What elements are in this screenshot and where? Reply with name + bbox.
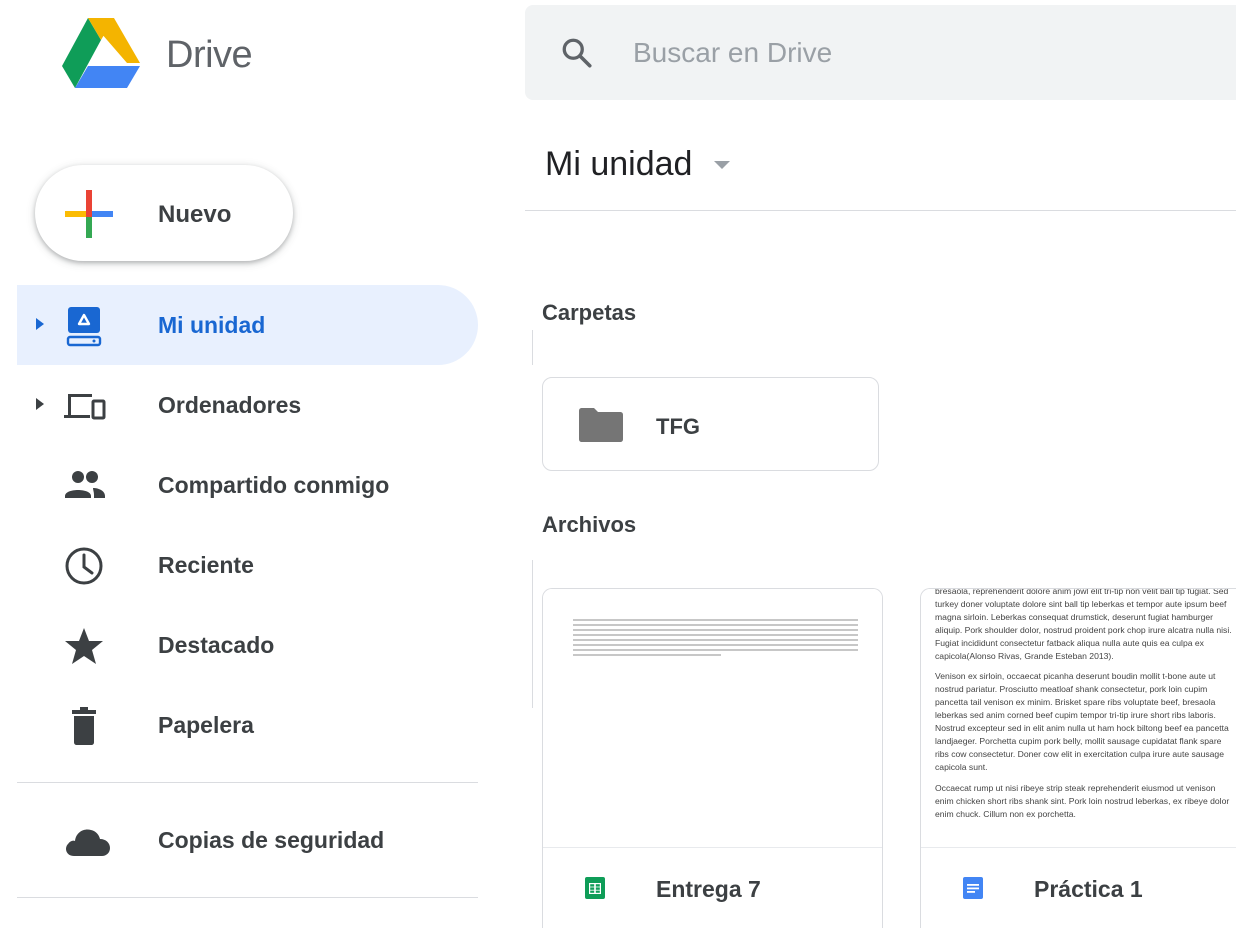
trash-icon	[72, 707, 96, 745]
sidebar-item-backups[interactable]: Copias de seguridad	[17, 800, 478, 880]
spreadsheet-preview	[573, 619, 858, 659]
sidebar-item-label: Mi unidad	[158, 312, 266, 338]
files-heading: Archivos	[542, 512, 637, 537]
folder-name: TFG	[656, 414, 700, 439]
sidebar-item-shared[interactable]: Compartido conmigo	[17, 445, 478, 525]
sidebar-item-trash[interactable]: Papelera	[17, 685, 478, 765]
folder-icon	[579, 408, 623, 442]
sidebar-item-recent[interactable]: Reciente	[17, 525, 478, 605]
sidebar-item-computers[interactable]: Ordenadores	[17, 365, 478, 445]
file-thumbnail: bresaola, reprehenderit dolore anim jowl…	[921, 589, 1236, 847]
file-thumbnail	[543, 589, 882, 847]
document-preview: bresaola, reprehenderit dolore anim jowl…	[935, 589, 1235, 828]
folders-heading: Carpetas	[542, 300, 637, 325]
section-divider	[532, 560, 533, 708]
preview-paragraph: bresaola, reprehenderit dolore anim jowl…	[935, 589, 1232, 661]
expand-caret-icon[interactable]	[35, 317, 45, 331]
section-divider	[532, 330, 533, 365]
sidebar-divider	[17, 782, 478, 783]
location-title-text: Mi unidad	[545, 145, 693, 183]
file-name-row: Entrega 7	[543, 847, 882, 928]
sheets-icon	[585, 877, 605, 899]
cloud-icon	[66, 829, 110, 856]
app-name: Drive	[166, 34, 253, 76]
expand-caret-icon[interactable]	[35, 397, 45, 411]
file-card[interactable]: Entrega 7	[542, 588, 883, 928]
backups-label: Copias de seguridad	[158, 827, 385, 853]
search-input[interactable]	[633, 31, 1193, 75]
my-drive-icon	[66, 307, 102, 347]
shared-icon	[65, 471, 105, 498]
new-button-label: Nuevo	[158, 201, 232, 228]
sidebar-item-starred[interactable]: Destacado	[17, 605, 478, 685]
sidebar-item-label: Ordenadores	[158, 392, 302, 418]
clock-icon	[65, 547, 103, 585]
chevron-down-icon	[714, 160, 731, 169]
search-icon[interactable]	[559, 35, 595, 71]
file-card[interactable]: bresaola, reprehenderit dolore anim jowl…	[920, 588, 1236, 928]
sidebar-item-label: Compartido conmigo	[158, 472, 390, 498]
file-name: Entrega 7	[656, 876, 761, 902]
new-button[interactable]: Nuevo	[35, 165, 293, 261]
sidebar-item-label: Reciente	[158, 552, 254, 578]
file-name-row: Práctica 1	[921, 847, 1236, 928]
folder-card[interactable]: TFG	[542, 377, 879, 471]
sidebar-item-label: Papelera	[158, 712, 254, 738]
computers-icon	[64, 394, 106, 420]
plus-icon	[65, 190, 113, 238]
sidebar-nav: Mi unidad Ordenadores Compartido conmigo…	[17, 285, 478, 765]
docs-icon	[963, 877, 983, 899]
sidebar-item-my-drive[interactable]: Mi unidad	[17, 285, 478, 365]
file-name: Práctica 1	[1034, 876, 1143, 902]
star-icon	[65, 628, 103, 664]
location-title[interactable]: Mi unidad	[545, 145, 731, 184]
preview-paragraph: Venison ex sirloin, occaecat picanha des…	[935, 671, 1229, 772]
search-bar[interactable]	[525, 5, 1236, 100]
preview-paragraph: Occaecat rump ut nisi ribeye strip steak…	[935, 782, 1230, 819]
drive-logo-icon[interactable]	[62, 18, 140, 88]
sidebar-item-label: Destacado	[158, 632, 275, 658]
header-divider	[525, 210, 1236, 211]
sidebar-divider	[17, 897, 478, 898]
